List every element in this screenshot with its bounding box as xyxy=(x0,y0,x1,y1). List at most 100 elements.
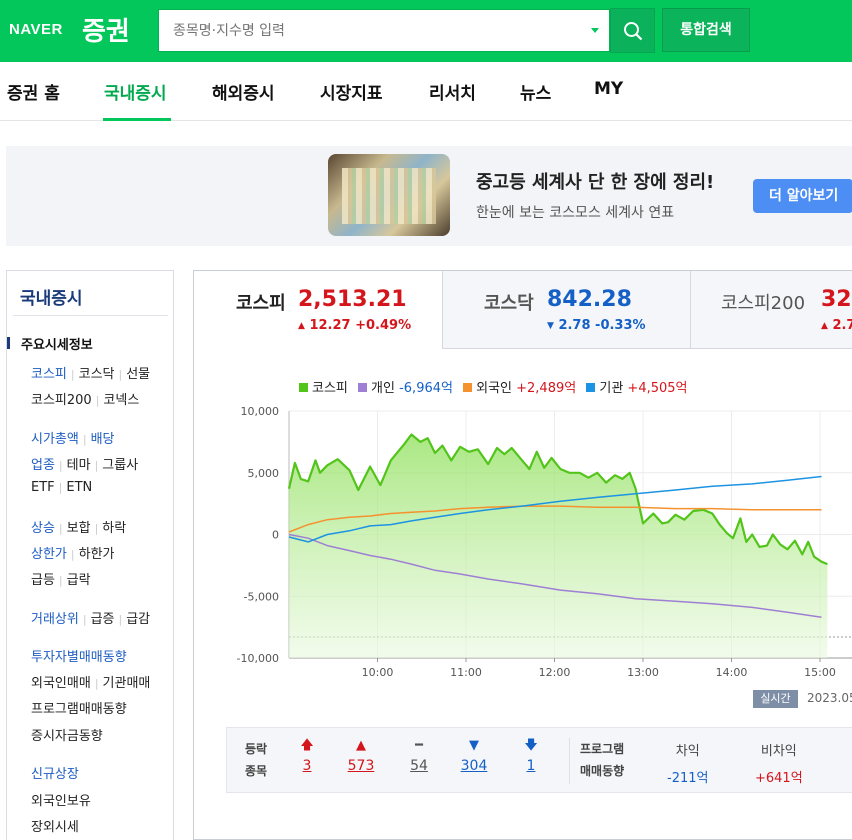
sidebar-link[interactable]: ETN xyxy=(66,480,92,495)
sidebar-link[interactable]: 코스피 xyxy=(31,367,67,382)
sidebar-link[interactable]: 급락 xyxy=(67,573,91,588)
tab-name: 코스피200 xyxy=(721,293,806,314)
tab-value: 2,513.21 xyxy=(298,287,407,312)
sidebar-row: 외국인보유 xyxy=(31,790,91,809)
sidebar-link[interactable]: 투자자별매매동향 xyxy=(31,650,127,665)
total-search-button[interactable]: 통합검색 xyxy=(662,8,750,52)
sidebar-link[interactable]: 상한가 xyxy=(31,547,67,562)
nav-stock-home[interactable]: 증권 홈 xyxy=(7,79,60,104)
down-arrow-icon: ▼ xyxy=(547,321,554,331)
sidebar-link[interactable]: 외국인보유 xyxy=(31,794,91,809)
legend-individual[interactable]: 개인 -6,964억 xyxy=(358,381,453,396)
nav-news[interactable]: 뉴스 xyxy=(520,79,551,104)
nav-my[interactable]: MY xyxy=(594,79,623,99)
search-icon xyxy=(624,22,643,41)
sidebar-link[interactable]: 배당 xyxy=(91,432,115,447)
sidebar-link[interactable]: 외국인매매 xyxy=(31,676,91,691)
banner-title[interactable]: 중고등 세계사 단 한 장에 정리! xyxy=(476,168,714,194)
sidebar-link[interactable]: 증시자금동향 xyxy=(31,729,103,744)
sidebar-link[interactable]: 기관매매 xyxy=(103,676,151,691)
tab-kospi[interactable]: 코스피 2,513.21 ▲ 12.27 +0.49% xyxy=(194,271,442,349)
breadth-count-link[interactable]: 3 xyxy=(287,758,327,774)
nav-overseas[interactable]: 해외증시 xyxy=(212,79,275,104)
learn-more-button[interactable]: 더 알아보기 xyxy=(753,179,852,213)
sidebar-link[interactable]: 그룹사 xyxy=(102,458,138,473)
stock-logo[interactable]: 증권 xyxy=(82,11,130,48)
rise-icon: ▲ xyxy=(356,738,366,753)
active-tab-indicator xyxy=(103,118,171,121)
sidebar-section-head[interactable]: 주요시세정보 xyxy=(7,334,93,353)
tab-change: ▼ 2.78 -0.33% xyxy=(547,318,646,333)
breadth-count-link[interactable]: 1 xyxy=(511,758,551,774)
breadth-label-line1: 등락 xyxy=(245,742,268,756)
sidebar-link[interactable]: 장외시세 xyxy=(31,820,79,835)
naver-logo[interactable]: NAVER xyxy=(9,21,63,38)
separator: | xyxy=(58,459,63,472)
legend-institution[interactable]: 기관 +4,505억 xyxy=(586,381,688,396)
sidebar-link[interactable]: 코넥스 xyxy=(103,393,139,408)
sidebar-link[interactable]: 급증 xyxy=(91,612,115,627)
sidebar-link[interactable]: 코스피200 xyxy=(31,393,92,408)
sidebar-link[interactable]: 선물 xyxy=(126,367,150,382)
tab-name: 코스닥 xyxy=(484,293,534,314)
sidebar-row: 증시자금동향 xyxy=(31,725,103,744)
separator: | xyxy=(58,481,63,494)
intraday-chart[interactable]: 10,000 5,000 0 -5,000 -10,000 10:00 11:00 12:00… xyxy=(194,399,852,689)
sidebar: 국내증시 주요시세정보 코스피 | 코스닥 | 선물 코스피200 | 코넥스 시가총액 | 배당 업… xyxy=(6,270,174,840)
legend-kospi[interactable]: 코스피 xyxy=(299,381,348,396)
up-arrow-icon: ▲ xyxy=(821,321,828,331)
tab-name: 코스피 xyxy=(236,293,286,314)
y-tick-label: -5,000 xyxy=(244,590,279,603)
legend-label: 개인 xyxy=(371,381,395,396)
sidebar-link[interactable]: 상승 xyxy=(31,521,55,536)
sidebar-row: 업종 | 테마 | 그룹사 xyxy=(31,454,138,473)
sidebar-link[interactable]: 하한가 xyxy=(79,547,115,562)
sidebar-row: 상한가 | 하한가 xyxy=(31,543,115,562)
banner-image[interactable] xyxy=(328,154,450,236)
x-tick-label: 14:00 xyxy=(716,666,748,679)
breadth-count-link[interactable]: 54 xyxy=(399,758,439,774)
sidebar-link[interactable]: 거래상위 xyxy=(31,612,79,627)
sidebar-link[interactable]: 시가총액 xyxy=(31,432,79,447)
separator: | xyxy=(70,548,75,561)
change-text: 12.27 +0.49% xyxy=(309,318,412,333)
search-dropdown-icon[interactable] xyxy=(591,28,599,33)
tab-kosdaq[interactable]: 코스닥 842.28 ▼ 2.78 -0.33% xyxy=(442,271,690,349)
main-nav: 증권 홈 국내증시 해외증시 시장지표 리서치 뉴스 MY xyxy=(0,62,852,121)
x-tick-label: 10:00 xyxy=(362,666,394,679)
nav-research[interactable]: 리서치 xyxy=(429,79,476,104)
search-button[interactable] xyxy=(610,8,655,53)
realtime-badge: 실시간 xyxy=(753,690,798,708)
program-head: 비차익 xyxy=(760,744,797,759)
breadth-count-link[interactable]: 304 xyxy=(454,758,494,774)
sidebar-link[interactable]: 프로그램매매동향 xyxy=(31,702,127,717)
legend-foreign[interactable]: 외국인 +2,489억 xyxy=(463,381,576,396)
separator: | xyxy=(58,522,63,535)
unchanged-icon: ━ xyxy=(415,738,423,753)
program-value: +641억 xyxy=(755,771,803,786)
sidebar-link[interactable]: 코스닥 xyxy=(79,367,115,382)
search-input[interactable] xyxy=(159,10,579,51)
sidebar-title[interactable]: 국내증시 xyxy=(20,284,83,309)
up-arrow-icon: ▲ xyxy=(298,321,305,331)
sidebar-link[interactable]: 업종 xyxy=(31,458,55,473)
sidebar-link[interactable]: 급등 xyxy=(31,573,55,588)
sidebar-row: 장외시세 xyxy=(31,816,79,835)
breadth-item: 🡇 1 xyxy=(511,734,551,774)
program-arbitrage: 차익 -211억 xyxy=(667,740,708,786)
separator: | xyxy=(118,368,123,381)
sidebar-row: 외국인매매 | 기관매매 xyxy=(31,672,150,691)
tab-change: ▲ 2.7 xyxy=(821,318,852,333)
sidebar-link[interactable]: ETF xyxy=(31,480,55,495)
nav-market-index[interactable]: 시장지표 xyxy=(320,79,383,104)
sidebar-row: 신규상장 xyxy=(31,763,79,782)
sidebar-link[interactable]: 하락 xyxy=(102,521,126,536)
sidebar-link[interactable]: 보합 xyxy=(67,521,91,536)
sidebar-link[interactable]: 신규상장 xyxy=(31,767,79,782)
tab-kospi200[interactable]: 코스피200 32 ▲ 2.7 xyxy=(690,271,852,349)
breadth-count-link[interactable]: 573 xyxy=(341,758,381,774)
sidebar-link[interactable]: 테마 xyxy=(67,458,91,473)
sidebar-link[interactable]: 급감 xyxy=(126,612,150,627)
ad-banner[interactable]: 중고등 세계사 단 한 장에 정리! 한눈에 보는 코스모스 세계사 연표 더 … xyxy=(6,146,852,246)
nav-domestic[interactable]: 국내증시 xyxy=(104,79,167,104)
